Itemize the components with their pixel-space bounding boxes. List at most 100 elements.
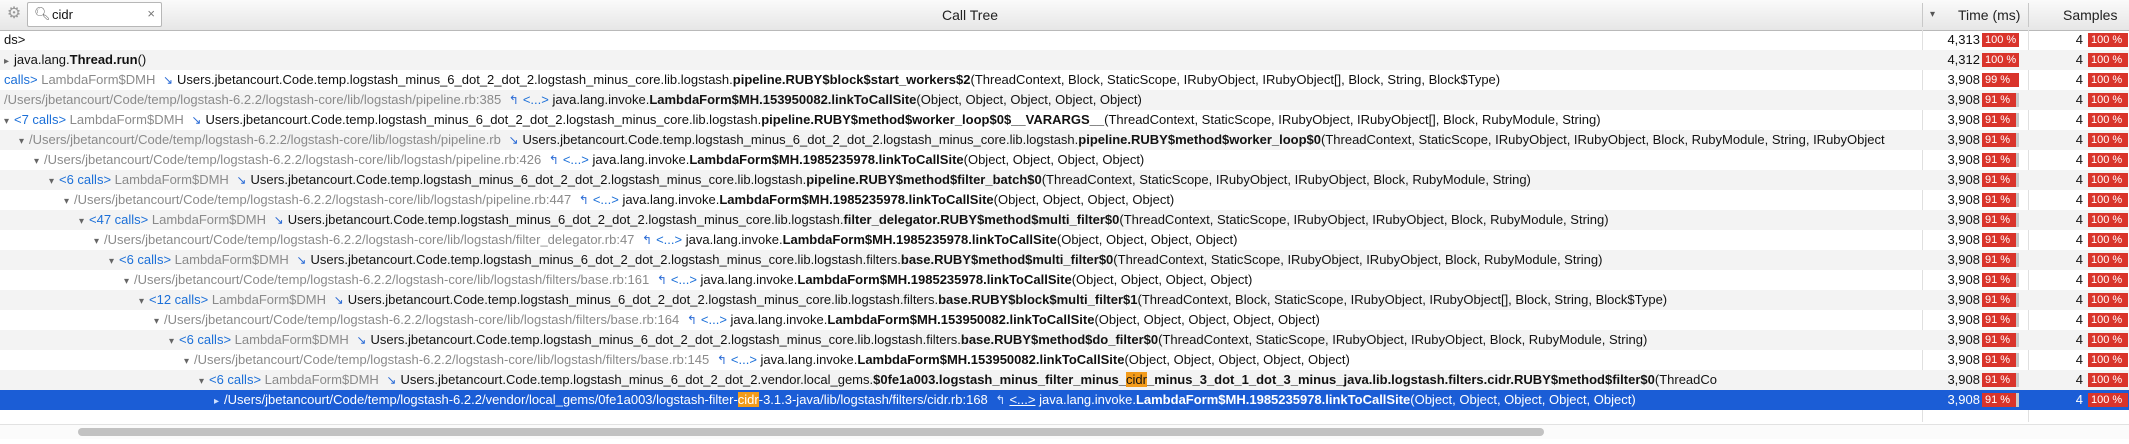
disclosure-triangle-icon[interactable]: ▾: [19, 132, 29, 150]
search-field[interactable]: 🔍︎ cidr ×: [27, 2, 162, 27]
call-count-link[interactable]: <...>: [593, 192, 619, 207]
disclosure-triangle-icon[interactable]: ▾: [109, 252, 119, 270]
call-count-link[interactable]: <12 calls>: [149, 292, 208, 307]
call-count-link[interactable]: <...>: [701, 312, 727, 327]
time-percent-bar: 100 %: [1982, 33, 2019, 47]
call-count-link[interactable]: <6 calls>: [179, 332, 231, 347]
sort-descending-icon[interactable]: ▾: [1930, 0, 1935, 30]
disclosure-triangle-icon[interactable]: ▾: [139, 292, 149, 310]
call-count-link[interactable]: <...>: [731, 352, 757, 367]
column-divider[interactable]: [2028, 3, 2029, 27]
call-count-link[interactable]: calls>: [4, 72, 38, 87]
call-count-link[interactable]: <...>: [563, 152, 589, 167]
call-count-link[interactable]: <...>: [671, 272, 697, 287]
column-header-call-tree[interactable]: Call Tree: [942, 0, 998, 30]
call-count-link[interactable]: <7 calls>: [14, 112, 66, 127]
search-input[interactable]: cidr: [52, 7, 73, 22]
tree-row[interactable]: ▾/Users/jbetancourt/Code/temp/logstash-6…: [0, 270, 2129, 290]
time-percent-bar: 91 %: [1982, 313, 2019, 327]
method-name: Thread.run: [69, 52, 138, 67]
tree-row[interactable]: ▾/Users/jbetancourt/Code/temp/logstash-6…: [0, 230, 2129, 250]
tree-row[interactable]: ▾ <12 calls> LambdaForm$DMH ↘ Users.jbetan…: [0, 290, 2129, 310]
frame-text: java.lang.invoke.: [756, 352, 858, 367]
disclosure-triangle-icon[interactable]: ▾: [124, 272, 134, 290]
tree-row[interactable]: /Users/jbetancourt/Code/temp/logstash-6.…: [0, 90, 2129, 110]
scrollbar-thumb[interactable]: [78, 428, 1544, 436]
call-count-link[interactable]: <...>: [656, 232, 682, 247]
tree-row[interactable]: ▾ <47 calls> LambdaForm$DMH ↘ Users.jbetan…: [0, 210, 2129, 230]
disclosure-triangle-icon[interactable]: ▾: [49, 172, 59, 190]
time-percent-label: 91 %: [1985, 94, 2011, 106]
call-count-link[interactable]: <6 calls>: [119, 252, 171, 267]
disclosure-triangle-icon[interactable]: ▸: [4, 52, 14, 70]
gear-icon[interactable]: ⚙: [3, 3, 25, 25]
tree-row[interactable]: ▾/Users/jbetancourt/Code/temp/logstash-6…: [0, 130, 2129, 150]
samples-percent-bar: 100 %: [2088, 73, 2128, 87]
call-arrow-icon: ↘: [333, 293, 344, 307]
disclosure-triangle-icon[interactable]: ▾: [79, 212, 89, 230]
column-header-samples[interactable]: Samples: [2063, 0, 2117, 30]
call-tree-rows: ds> 4,313 100 % 4 100 % ▸ java.lang.Thread.run…: [0, 30, 2129, 410]
tree-row[interactable]: ▾ <6 calls> LambdaForm$DMH ↘ Users.jbetanc…: [0, 370, 2129, 390]
call-count-link[interactable]: <47 calls>: [89, 212, 148, 227]
column-divider[interactable]: [1922, 3, 1923, 27]
tree-row[interactable]: calls> LambdaForm$DMH ↘ Users.jbetancourt…: [0, 70, 2129, 90]
time-percent-bar: 91 %: [1982, 173, 2019, 187]
time-percent-bar: 91 %: [1982, 233, 2019, 247]
disclosure-triangle-icon[interactable]: ▾: [64, 192, 74, 210]
disclosure-triangle-icon[interactable]: ▾: [94, 232, 104, 250]
tree-row[interactable]: ▾/Users/jbetancourt/Code/temp/logstash-6…: [0, 150, 2129, 170]
frame-text: (ThreadContext, StaticScope, IRubyObject…: [1113, 252, 1603, 267]
samples-value: 4: [2075, 132, 2083, 147]
tree-row[interactable]: ▾/Users/jbetancourt/Code/temp/logstash-6…: [0, 190, 2129, 210]
frame-text: java.lang.: [14, 52, 70, 67]
disclosure-triangle-icon[interactable]: ▾: [199, 372, 209, 390]
samples-value: 4: [2075, 392, 2083, 407]
return-arrow-icon: ↰: [642, 233, 653, 247]
tree-row[interactable]: ▾ <6 calls> LambdaForm$DMH ↘ Users.jbetanc…: [0, 250, 2129, 270]
tree-row[interactable]: ▾ <7 calls> LambdaForm$DMH ↘ Users.jbetanc…: [0, 110, 2129, 130]
frame-text: (Object, Object, Object, Object): [1071, 272, 1253, 287]
call-tree-cell: ▾/Users/jbetancourt/Code/temp/logstash-6…: [0, 130, 1941, 150]
frame-text: Users.jbetancourt.Code.temp.logstash_min…: [287, 212, 844, 227]
tree-row[interactable]: ▾/Users/jbetancourt/Code/temp/logstash-6…: [0, 310, 2129, 330]
samples-percent-label: 100 %: [2091, 334, 2123, 346]
method-name: base.RUBY$block$multi_filter$1: [938, 292, 1138, 307]
column-header-time[interactable]: Time (ms): [1958, 0, 2020, 30]
samples-value: 4: [2075, 292, 2083, 307]
call-arrow-icon: ↘: [236, 173, 247, 187]
call-count-link[interactable]: <6 calls>: [59, 172, 111, 187]
horizontal-scrollbar[interactable]: [0, 424, 2129, 439]
tree-row[interactable]: ▾ <6 calls> LambdaForm$DMH ↘ Users.jbetanc…: [0, 170, 2129, 190]
samples-percent-label: 100 %: [2091, 54, 2123, 66]
disclosure-triangle-icon[interactable]: ▾: [34, 152, 44, 170]
frame-text: java.lang.invoke.: [696, 272, 798, 287]
time-percent-label: 91 %: [1985, 234, 2011, 246]
close-icon[interactable]: ×: [147, 6, 155, 21]
call-count-link[interactable]: <...>: [1009, 392, 1035, 407]
time-percent-label: 91 %: [1985, 134, 2011, 146]
disclosure-triangle-icon[interactable]: ▸: [214, 392, 224, 410]
tree-row[interactable]: ▸/Users/jbetancourt/Code/temp/logstash-6…: [0, 390, 2129, 410]
time-percent-bar: 91 %: [1982, 193, 2019, 207]
samples-percent-bar: 100 %: [2088, 253, 2128, 267]
bar-remainder: [2016, 273, 2019, 287]
disclosure-triangle-icon[interactable]: ▾: [169, 332, 179, 350]
time-percent-bar: 91 %: [1982, 153, 2019, 167]
tree-row[interactable]: ▸ java.lang.Thread.run() 4,312 100 % 4 100 %: [0, 50, 2129, 70]
disclosure-triangle-icon[interactable]: ▾: [4, 112, 14, 130]
frame-text: Users.jbetancourt.Code.temp.logstash_min…: [177, 72, 733, 87]
disclosure-triangle-icon[interactable]: ▾: [154, 312, 164, 330]
tree-row[interactable]: ▾ <6 calls> LambdaForm$DMH ↘ Users.jbetanc…: [0, 330, 2129, 350]
call-count-link[interactable]: <6 calls>: [209, 372, 261, 387]
tree-row[interactable]: ds> 4,313 100 % 4 100 %: [0, 30, 2129, 50]
samples-percent-bar: 100 %: [2088, 333, 2128, 347]
bar-remainder: [2016, 353, 2019, 367]
frame-text: java.lang.invoke.: [682, 232, 783, 247]
disclosure-triangle-icon[interactable]: ▾: [184, 352, 194, 370]
call-tree-cell: /Users/jbetancourt/Code/temp/logstash-6.…: [0, 90, 1926, 110]
time-value: 3,908: [1947, 392, 1980, 407]
call-count-link[interactable]: <...>: [523, 92, 549, 107]
samples-percent-label: 100 %: [2091, 234, 2123, 246]
tree-row[interactable]: ▾/Users/jbetancourt/Code/temp/logstash-6…: [0, 350, 2129, 370]
